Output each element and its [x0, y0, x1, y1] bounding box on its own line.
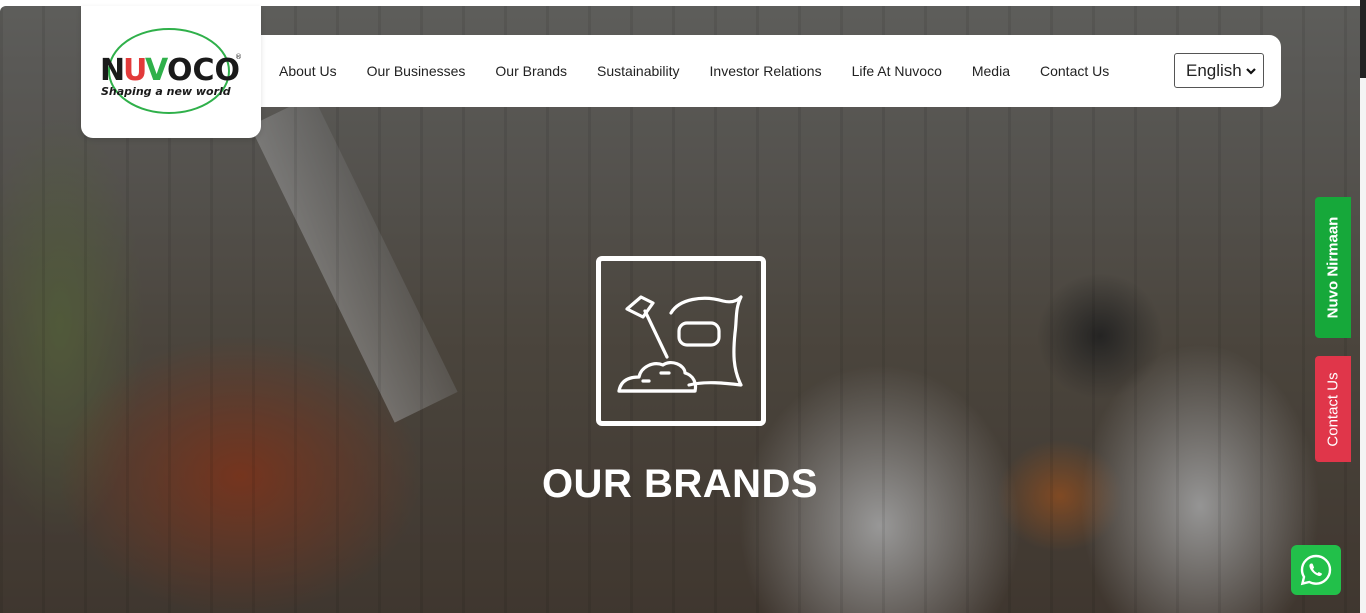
- chevron-down-icon: [1246, 68, 1256, 75]
- contact-us-side-tab[interactable]: Contact Us: [1315, 356, 1351, 462]
- nav-about-us[interactable]: About Us: [264, 63, 352, 79]
- brands-icon-frame: [596, 256, 766, 426]
- nav-investor-relations[interactable]: Investor Relations: [695, 63, 837, 79]
- whatsapp-button[interactable]: [1291, 545, 1341, 595]
- nav-life-at-nuvoco[interactable]: Life At Nuvoco: [837, 63, 957, 79]
- page-title: OUR BRANDS: [541, 462, 819, 506]
- scrollbar-thumb[interactable]: [1360, 0, 1366, 78]
- page-scrollbar[interactable]: [1360, 0, 1366, 613]
- cement-bag-shovel-icon: [617, 295, 743, 393]
- nav-contact-us[interactable]: Contact Us: [1025, 63, 1124, 79]
- contact-us-side-label: Contact Us: [1324, 371, 1342, 447]
- logo-registered: ®: [235, 53, 242, 61]
- nav-sustainability[interactable]: Sustainability: [582, 63, 695, 79]
- nuvo-nirmaan-tab[interactable]: Nuvo Nirmaan: [1315, 197, 1351, 338]
- language-select[interactable]: English: [1174, 53, 1264, 88]
- svg-text:OCO: OCO: [167, 53, 240, 88]
- logo-wordmark: N: [100, 53, 125, 88]
- nav-our-brands[interactable]: Our Brands: [480, 63, 582, 79]
- nuvoco-logo-graphic: N U V OCO ® Shaping a new world: [100, 28, 242, 114]
- logo-tagline: Shaping a new world: [101, 85, 231, 98]
- nuvo-nirmaan-label: Nuvo Nirmaan: [1324, 216, 1342, 319]
- svg-text:V: V: [145, 53, 169, 88]
- language-selected-value: English: [1186, 60, 1242, 80]
- main-nav: About Us Our Businesses Our Brands Susta…: [264, 35, 1124, 107]
- nav-media[interactable]: Media: [957, 63, 1025, 79]
- nav-our-businesses[interactable]: Our Businesses: [352, 63, 481, 79]
- site-logo[interactable]: N U V OCO ® Shaping a new world: [81, 6, 261, 138]
- whatsapp-icon: [1300, 554, 1332, 586]
- svg-text:U: U: [123, 53, 147, 88]
